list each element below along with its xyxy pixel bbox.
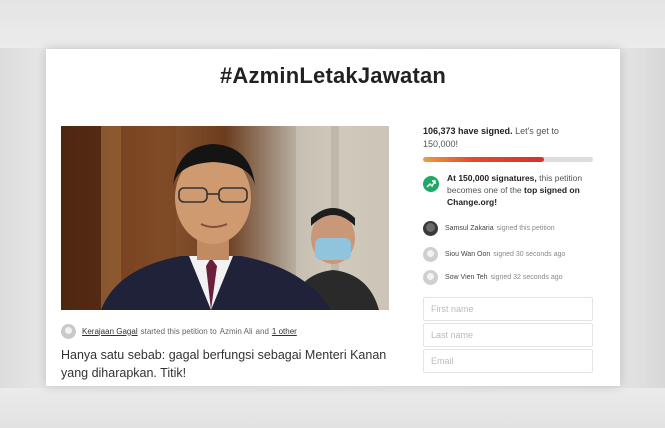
last-name-field[interactable]: [423, 323, 593, 347]
progress-fill: [423, 157, 544, 162]
goal-text: At 150,000 signatures, this petition bec…: [447, 172, 593, 208]
signer-name: Samsul Zakaria: [445, 224, 494, 232]
signer-avatar: [423, 246, 438, 262]
signer-item: Siou Wan Oon signed 30 seconds ago: [423, 246, 595, 262]
signer-name: Sow Vien Teh: [445, 273, 488, 281]
goal-notice: At 150,000 signatures, this petition bec…: [423, 172, 595, 208]
signer-item: Samsul Zakaria signed this petition: [423, 220, 595, 236]
background-bottom: [0, 388, 665, 428]
background-top: [0, 0, 665, 48]
signature-sidebar: 106,373 have signed. Let's get to 150,00…: [423, 125, 595, 373]
signer-status: signed 30 seconds ago: [493, 250, 566, 258]
first-name-field[interactable]: [423, 297, 593, 321]
petition-description: Hanya satu sebab: gagal berfungsi sebaga…: [61, 348, 387, 380]
recent-signers: Samsul Zakaria signed this petition Siou…: [423, 220, 595, 285]
starter-target: Azmin Ali: [219, 326, 253, 336]
petition-title: #AzminLetakJawatan: [219, 63, 447, 88]
email-field[interactable]: [423, 349, 593, 373]
photo-illustration: [61, 126, 389, 310]
starter-and-text: and: [255, 326, 269, 336]
trending-up-icon: [423, 176, 439, 192]
signer-item: Sow Vien Teh signed 32 seconds ago: [423, 269, 595, 285]
signature-progress-bar: [423, 157, 593, 162]
signature-form: [423, 297, 595, 373]
starter-action-text: started this petition to: [140, 326, 217, 336]
signer-status: signed this petition: [496, 224, 555, 232]
starter-other-link[interactable]: 1 other: [272, 327, 297, 336]
signer-avatar: [423, 220, 438, 236]
petition-photo: [61, 126, 389, 310]
petition-card: #AzminLetakJawatan Kerajaan Gagal starte…: [46, 49, 620, 386]
petition-starter: Kerajaan Gagal started this petition to …: [61, 323, 300, 339]
starter-avatar: [61, 323, 76, 339]
signed-count-text: 106,373 have signed.: [423, 126, 513, 136]
signer-avatar: [423, 269, 438, 285]
signature-count: 106,373 have signed. Let's get to 150,00…: [423, 125, 595, 151]
goal-part1: At 150,000 signatures,: [447, 173, 537, 183]
starter-name-link[interactable]: Kerajaan Gagal: [82, 327, 138, 336]
signer-status: signed 32 seconds ago: [490, 273, 563, 281]
signer-name: Siou Wan Oon: [445, 250, 491, 258]
